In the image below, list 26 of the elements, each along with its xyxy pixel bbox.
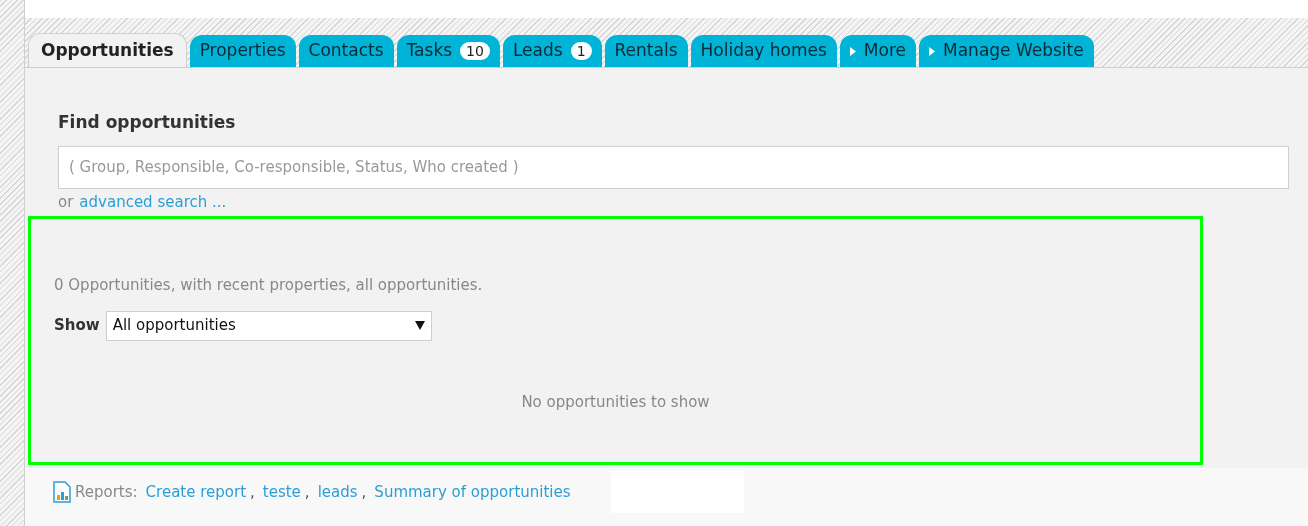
report-icon	[53, 481, 71, 503]
dropdown-arrow-icon	[414, 321, 425, 330]
section-title: Find opportunities	[58, 111, 237, 134]
show-dropdown[interactable]: All opportunities	[105, 310, 432, 341]
separator-comma: ,	[250, 481, 255, 503]
reports-label: Reports:	[75, 481, 138, 503]
count-badge: 10	[460, 42, 490, 60]
caret-icon	[849, 46, 856, 56]
count-badge: 1	[570, 42, 592, 60]
or-text: or	[58, 191, 74, 213]
summary-text: 0 Opportunities, with recent properties, all opportunities.	[54, 275, 484, 296]
tab[interactable]: More	[839, 35, 916, 67]
tab[interactable]: Rentals	[604, 35, 688, 67]
tab[interactable]: Holiday homes	[690, 35, 837, 67]
separator-comma: ,	[304, 481, 310, 503]
separator-comma: ,	[361, 481, 367, 503]
tab[interactable]: Properties	[189, 35, 296, 67]
tab[interactable]: Tasks 10	[396, 35, 500, 67]
empty-message: No opportunities to show	[520, 391, 711, 413]
show-label: Show	[54, 315, 100, 337]
tab[interactable]: Contacts	[298, 35, 394, 67]
tab[interactable]: Manage Website	[919, 35, 1094, 67]
tab[interactable]: Leads 1	[502, 35, 602, 67]
tab[interactable]: Opportunities	[28, 33, 187, 67]
search-field[interactable]: ( Group, Responsible, Co-responsible, Status, Who created )	[58, 145, 1289, 189]
caret-icon	[929, 46, 935, 56]
